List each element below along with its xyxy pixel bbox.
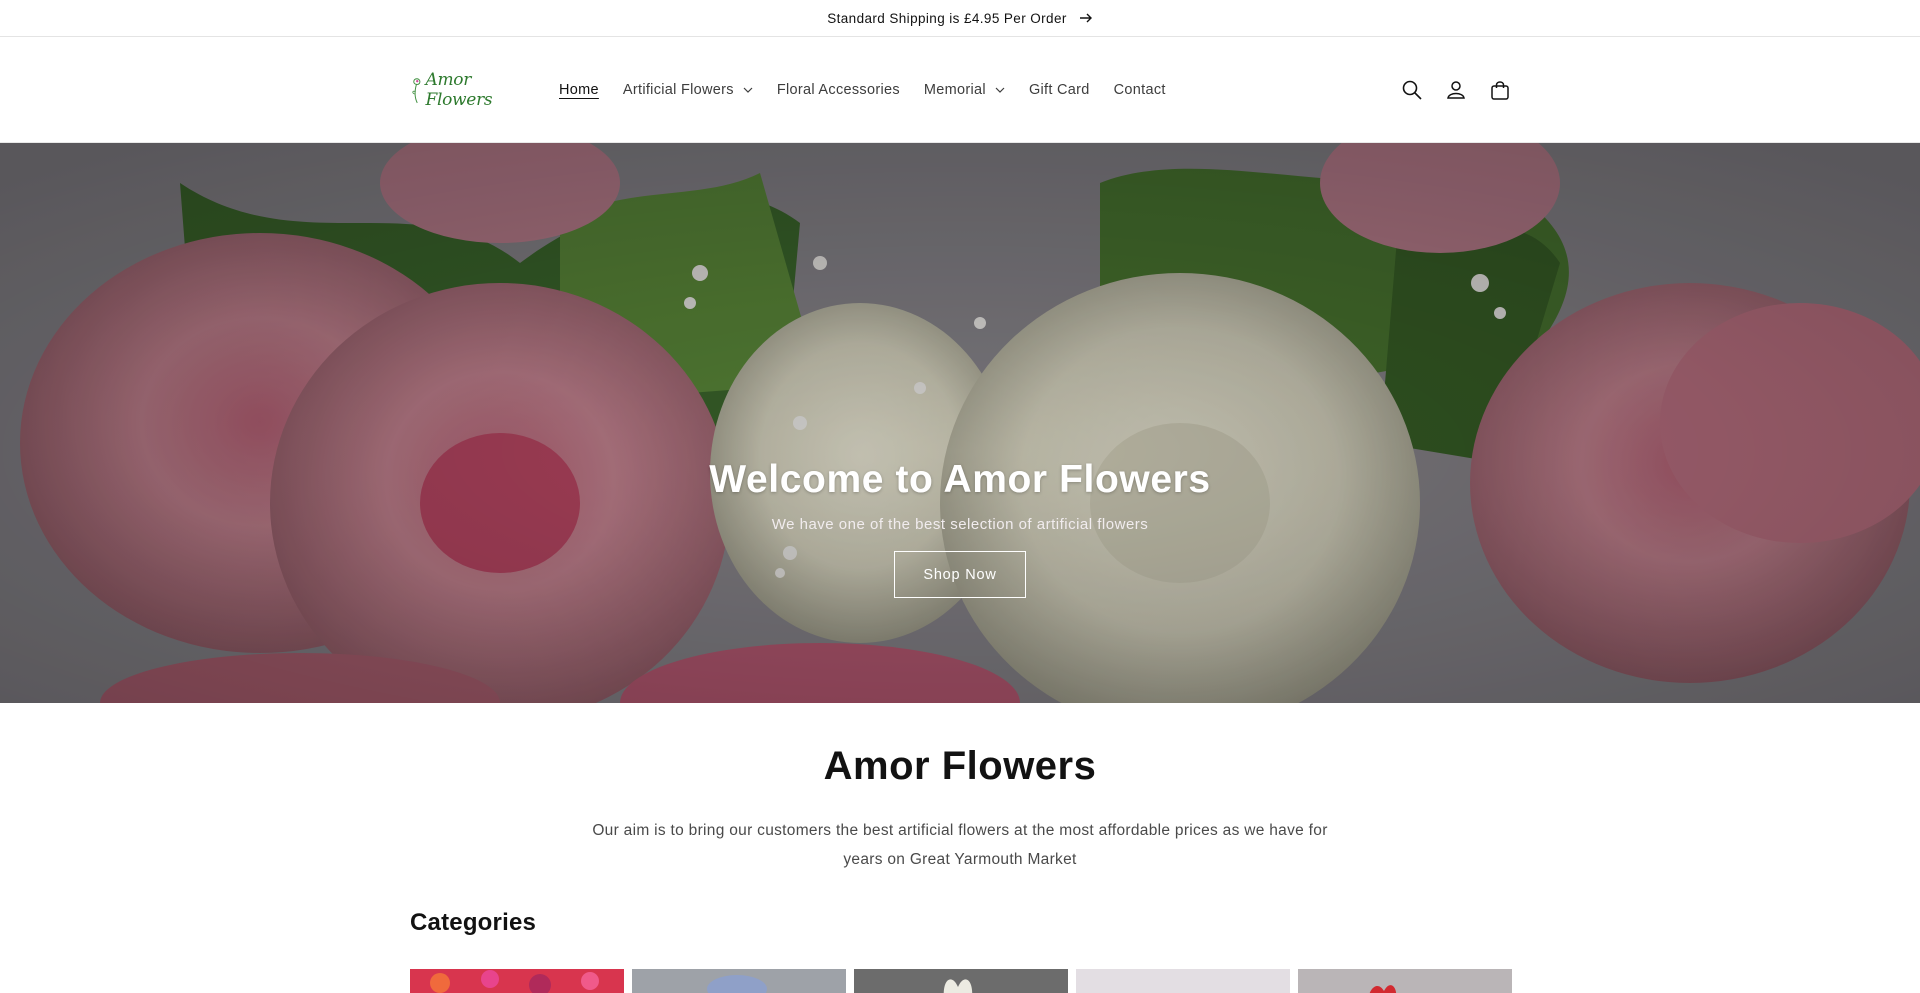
categories-grid [410,969,1520,993]
nav-artificial-flowers[interactable]: Artificial Flowers [623,82,753,98]
category-card[interactable] [1298,969,1512,993]
categories-heading: Categories [410,909,537,936]
hero-title: Welcome to Amor Flowers [709,458,1211,501]
category-image [854,969,1068,993]
nav-home-label: Home [559,82,599,98]
nav-floral-accessories-label: Floral Accessories [776,82,900,98]
category-image [410,969,624,993]
cart-button[interactable] [1484,74,1516,106]
account-icon [1447,81,1465,99]
announcement-bar[interactable]: Standard Shipping is £4.95 Per Order [0,0,1920,37]
category-card[interactable] [410,969,624,993]
nav-home[interactable]: Home [559,82,599,98]
site-header: Amor Flowers Home Artificial Flowers Flo… [0,37,1920,143]
category-image [1076,969,1290,993]
nav-contact[interactable]: Contact [1114,82,1166,98]
category-card[interactable] [1076,969,1290,993]
category-image [632,969,846,993]
hero-banner: Welcome to Amor Flowers We have one of t… [0,143,1920,703]
category-image [1298,969,1512,993]
category-card[interactable] [632,969,846,993]
about-title: Amor Flowers [823,744,1097,788]
announcement-text: Standard Shipping is £4.95 Per Order [827,10,1067,26]
nav-memorial[interactable]: Memorial [924,82,1005,98]
search-icon [1402,80,1422,100]
main-nav: Home Artificial Flowers Floral Accessori… [559,37,1190,143]
chevron-down-icon [995,87,1005,93]
header-icons [1396,37,1528,143]
arrow-right-icon [1079,13,1092,23]
shop-now-button[interactable]: Shop Now [894,551,1026,598]
nav-gift-card[interactable]: Gift Card [1029,82,1090,98]
cart-icon [1491,81,1509,100]
category-card[interactable] [854,969,1068,993]
nav-contact-label: Contact [1113,82,1166,98]
hero-subtitle: We have one of the best selection of art… [771,516,1149,533]
search-button[interactable] [1396,74,1428,106]
chevron-down-icon [743,87,753,93]
nav-gift-card-label: Gift Card [1028,82,1090,98]
nav-floral-accessories[interactable]: Floral Accessories [777,82,900,98]
account-button[interactable] [1440,74,1472,106]
nav-artificial-flowers-label: Artificial Flowers [622,82,734,98]
logo[interactable]: Amor Flowers [410,68,520,112]
about-text: Our aim is to bring our customers the be… [592,822,1328,868]
hero-content: Welcome to Amor Flowers We have one of t… [0,143,1920,703]
logo-text: Amor Flowers [425,70,493,110]
rose-logo-icon [412,78,421,104]
nav-memorial-label: Memorial [923,82,986,98]
